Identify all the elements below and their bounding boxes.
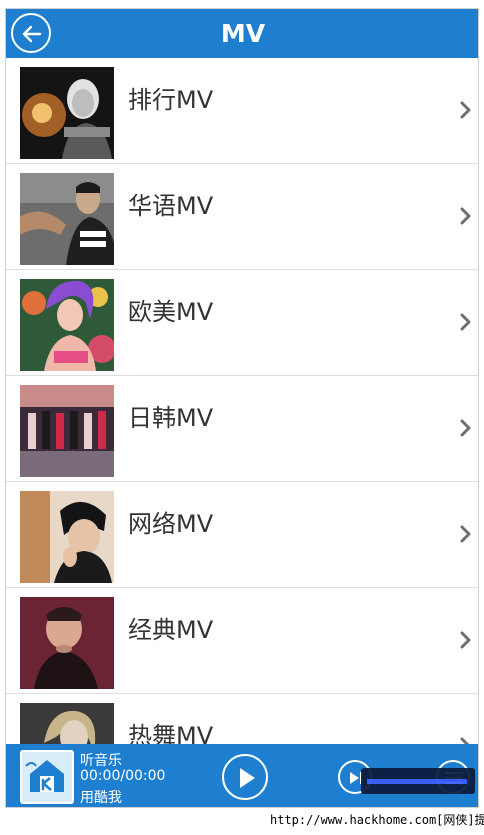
thumbnail-dance — [20, 703, 114, 744]
play-icon — [240, 768, 255, 788]
mv-category-label: 网络MV — [128, 510, 214, 538]
mv-category-label: 排行MV — [128, 86, 214, 114]
image-credit: http://www.hackhome.com[网侠]提供 — [270, 813, 484, 827]
mv-category-item-dance[interactable]: 热舞MV — [6, 694, 478, 744]
thumbnail-ranking — [20, 67, 114, 159]
mv-category-label: 经典MV — [128, 616, 214, 644]
chevron-right-icon — [460, 631, 471, 649]
mv-category-label: 热舞MV — [128, 722, 214, 744]
top-bar: MV — [6, 9, 478, 58]
now-playing-time: 00:00/00:00 — [80, 768, 166, 784]
mv-category-label: 日韩MV — [128, 404, 214, 432]
chevron-right-icon — [460, 419, 471, 437]
chevron-right-icon — [460, 737, 470, 744]
mv-category-item-internet[interactable]: 网络MV — [6, 482, 478, 588]
now-playing-artist: 用酷我 — [80, 790, 122, 806]
thumbnail-chinese — [20, 173, 114, 265]
play-button[interactable] — [222, 754, 268, 800]
kuwo-logo-icon — [25, 760, 64, 792]
mv-category-item-chinese[interactable]: 华语MV — [6, 164, 478, 270]
mv-category-item-western[interactable]: 欧美MV — [6, 270, 478, 376]
thumbnail-classic — [20, 597, 114, 689]
mv-category-item-ranking[interactable]: 排行MV — [6, 58, 478, 164]
chevron-right-icon — [460, 313, 471, 331]
chevron-right-icon — [460, 525, 471, 543]
mv-category-item-jpkr[interactable]: 日韩MV — [6, 376, 478, 482]
app-frame: MV 排行MV 华语MV 欧美MV 日韩MV 网络MV 经典MV 热舞MV 听音… — [5, 8, 479, 808]
album-cover[interactable] — [20, 750, 74, 804]
chevron-right-icon — [460, 207, 471, 225]
mv-category-label: 华语MV — [128, 192, 214, 220]
mv-category-item-classic[interactable]: 经典MV — [6, 588, 478, 694]
mv-category-list: 排行MV 华语MV 欧美MV 日韩MV 网络MV 经典MV 热舞MV — [6, 58, 478, 744]
thumbnail-jpkr — [20, 385, 114, 477]
chevron-right-icon — [460, 101, 471, 119]
page-title: MV — [220, 19, 266, 48]
now-playing-title: 听音乐 — [80, 753, 122, 769]
thumbnail-western — [20, 279, 114, 371]
mv-category-label: 欧美MV — [128, 298, 214, 326]
watermark-bar — [367, 779, 467, 784]
thumbnail-internet — [20, 491, 114, 583]
watermark-overlay — [361, 768, 475, 794]
